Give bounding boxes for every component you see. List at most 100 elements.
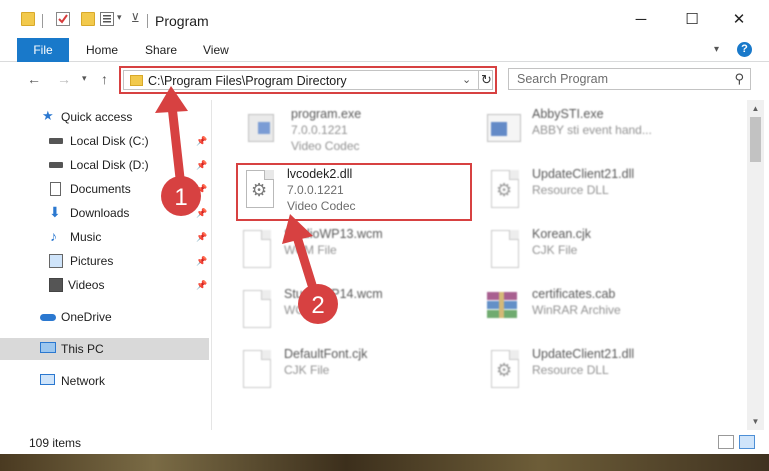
file-description: CJK File xyxy=(532,243,578,257)
title-separator xyxy=(147,14,148,28)
file-name: program.exe xyxy=(291,107,362,121)
list-item[interactable]: StudioWP13.wcm WCM File xyxy=(237,226,477,282)
status-bar: 109 items xyxy=(0,430,769,454)
address-path[interactable]: C:\Program Files\Program Directory xyxy=(148,74,347,88)
sidebar-item-label: Local Disk (C:) xyxy=(70,134,149,148)
file-name: StudioWP13.wcm xyxy=(284,227,383,241)
navigation-bar: ← → ▾ ↑ C:\Program Files\Program Directo… xyxy=(0,62,769,98)
list-item[interactable]: StudioWP14.wcm WCM File xyxy=(237,286,477,342)
network-icon xyxy=(40,374,55,385)
folder-icon[interactable] xyxy=(21,12,35,26)
scroll-up-icon[interactable]: ▲ xyxy=(747,100,764,117)
address-bar[interactable]: C:\Program Files\Program Directory ⌄ ↻ xyxy=(123,70,493,90)
sidebar-item-label: OneDrive xyxy=(61,310,112,324)
search-input[interactable]: Search Program ⚲ xyxy=(508,68,751,90)
tab-view[interactable]: View xyxy=(203,38,229,62)
dll-gear-icon: ⚙ xyxy=(485,168,521,212)
file-description: WCM File xyxy=(284,303,337,317)
blank-file-icon xyxy=(237,288,273,332)
sidebar-item-label: Quick access xyxy=(61,110,133,124)
refresh-icon[interactable]: ↻ xyxy=(478,71,494,89)
maximize-button[interactable]: ☐ xyxy=(680,8,704,32)
sidebar-item-downloads[interactable]: ⬇ Downloads 📌 xyxy=(0,202,211,224)
list-item[interactable]: certificates.cab WinRAR Archive xyxy=(485,286,725,342)
help-icon[interactable]: ? xyxy=(737,42,752,57)
sidebar-item-label: Network xyxy=(61,374,106,388)
new-folder-icon[interactable] xyxy=(81,12,95,26)
address-bar-highlight: C:\Program Files\Program Directory ⌄ ↻ xyxy=(119,66,497,94)
back-arrow-icon[interactable]: ← xyxy=(27,71,41,87)
sidebar-item-label: Local Disk (D:) xyxy=(70,158,149,172)
sidebar-item-quick-access[interactable]: ★ Quick access xyxy=(0,106,211,128)
view-menu-icon[interactable] xyxy=(100,12,114,26)
pin-icon[interactable]: 📌 xyxy=(196,154,207,176)
computer-icon xyxy=(40,342,56,353)
list-item[interactable]: ⚙ UpdateClient21.dll Resource DLL xyxy=(485,166,725,222)
sidebar-item-label: Pictures xyxy=(70,254,114,268)
sidebar-item-label: Downloads xyxy=(70,206,130,220)
quick-access-dropdown-icon[interactable]: ▾ xyxy=(117,12,122,23)
file-description: WCM File xyxy=(284,243,337,257)
sidebar-item-videos[interactable]: Videos 📌 xyxy=(0,274,211,296)
star-icon: ★ xyxy=(42,108,54,123)
address-dropdown-icon[interactable]: ⌄ xyxy=(462,73,471,86)
file-description: Resource DLL xyxy=(532,183,609,197)
search-placeholder: Search Program xyxy=(517,72,609,86)
vertical-scrollbar[interactable]: ▲ ▼ xyxy=(747,100,764,430)
list-item[interactable]: Korean.cjk CJK File xyxy=(485,226,725,282)
pin-icon[interactable]: 📌 xyxy=(196,274,207,296)
list-item[interactable]: AbbySTI.exe ABBY sti event hand... xyxy=(485,106,725,162)
up-arrow-icon[interactable]: ↑ xyxy=(101,71,108,87)
sidebar-item-label: This PC xyxy=(61,342,104,356)
music-icon: ♪ xyxy=(50,228,57,244)
customize-toolbar-icon[interactable]: ⊻ xyxy=(131,11,140,25)
scroll-thumb[interactable] xyxy=(750,117,761,162)
list-item[interactable]: ⚙ UpdateClient21.dll Resource DLL xyxy=(485,346,725,402)
tab-share[interactable]: Share xyxy=(145,38,177,62)
close-button[interactable]: ✕ xyxy=(727,8,751,32)
pin-icon[interactable]: 📌 xyxy=(196,130,207,152)
sidebar-item-pictures[interactable]: Pictures 📌 xyxy=(0,250,211,272)
tab-home[interactable]: Home xyxy=(86,38,118,62)
file-name: certificates.cab xyxy=(532,287,616,301)
file-name: UpdateClient21.dll xyxy=(532,167,635,181)
sidebar-item-local-disk-d[interactable]: Local Disk (D:) 📌 xyxy=(0,154,211,176)
recent-locations-icon[interactable]: ▾ xyxy=(82,73,87,84)
pin-icon[interactable]: 📌 xyxy=(196,226,207,248)
sidebar-item-network[interactable]: Network xyxy=(0,370,211,392)
scroll-down-icon[interactable]: ▼ xyxy=(747,413,764,430)
item-count: 109 items xyxy=(29,436,82,450)
details-view-icon[interactable] xyxy=(718,435,734,449)
winrar-icon xyxy=(485,288,521,332)
drive-icon xyxy=(49,138,63,144)
file-name: DefaultFont.cjk xyxy=(284,347,368,361)
sidebar-item-local-disk-c[interactable]: Local Disk (C:) 📌 xyxy=(0,130,211,152)
sidebar-item-this-pc[interactable]: This PC xyxy=(0,338,209,360)
file-highlight-box xyxy=(236,163,472,221)
file-description: WinRAR Archive xyxy=(532,303,621,317)
file-name: AbbySTI.exe xyxy=(532,107,604,121)
minimize-button[interactable]: ─ xyxy=(629,8,653,32)
expand-ribbon-icon[interactable]: ▾ xyxy=(714,44,719,55)
tab-file[interactable]: File xyxy=(17,38,69,62)
list-item[interactable]: program.exe 7.0.0.1221 Video Codec xyxy=(244,106,484,162)
search-icon[interactable]: ⚲ xyxy=(734,71,744,87)
videos-icon xyxy=(49,278,63,292)
pin-icon[interactable]: 📌 xyxy=(196,178,207,200)
title-bar: ▾ ⊻ Program ─ ☐ ✕ xyxy=(0,0,769,38)
properties-icon[interactable] xyxy=(56,12,70,26)
ribbon-tabs: File Home Share View ▾ ? xyxy=(0,38,769,62)
desktop-background xyxy=(0,454,769,471)
file-description: ABBY sti event hand... xyxy=(532,123,652,137)
pin-icon[interactable]: 📌 xyxy=(196,250,207,272)
pin-icon[interactable]: 📌 xyxy=(196,202,207,224)
file-name: StudioWP14.wcm xyxy=(284,287,383,301)
pictures-icon xyxy=(49,254,63,268)
list-item[interactable]: DefaultFont.cjk CJK File xyxy=(237,346,477,402)
forward-arrow-icon[interactable]: → xyxy=(57,71,71,87)
large-icons-view-icon[interactable] xyxy=(739,435,755,449)
sidebar-item-label: Music xyxy=(70,230,102,244)
sidebar-item-onedrive[interactable]: OneDrive xyxy=(0,306,211,328)
sidebar-item-documents[interactable]: Documents 📌 xyxy=(0,178,211,200)
sidebar-item-music[interactable]: ♪ Music 📌 xyxy=(0,226,211,248)
